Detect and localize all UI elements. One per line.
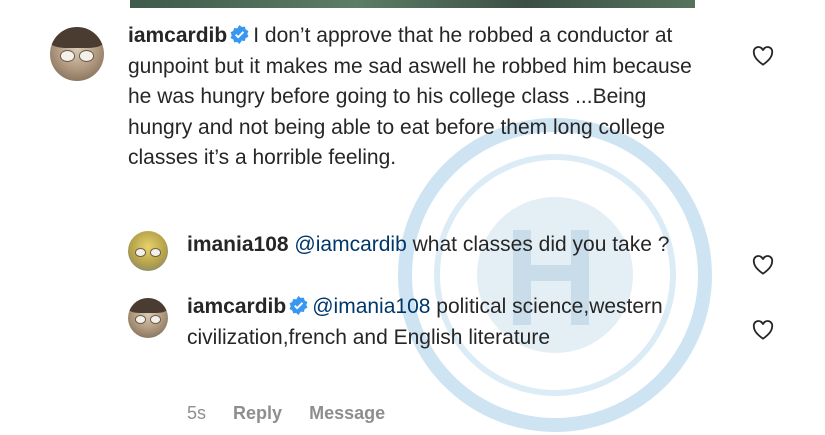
- comment-text: iamcardib I don’t approve that he robbed …: [128, 21, 708, 174]
- verified-badge-icon: [230, 25, 249, 44]
- reply-text: iamcardib @imania108 political science,we…: [187, 292, 707, 353]
- heart-outline-icon[interactable]: [752, 255, 774, 275]
- reply-username[interactable]: iamcardib: [187, 295, 286, 318]
- avatar[interactable]: [50, 27, 104, 81]
- reply-body: what classes did you take ?: [412, 233, 670, 256]
- avatar[interactable]: [128, 298, 168, 338]
- reply-meta: 5s Reply Message: [187, 403, 407, 424]
- verified-badge-icon: [289, 296, 308, 315]
- message-button[interactable]: Message: [309, 403, 385, 423]
- mention-link[interactable]: @iamcardib: [294, 233, 406, 256]
- reply-text: imania108 @iamcardib what classes did yo…: [187, 230, 707, 261]
- avatar[interactable]: [128, 231, 168, 271]
- reply-username[interactable]: imania108: [187, 233, 289, 256]
- reply-button[interactable]: Reply: [233, 403, 282, 423]
- mention-link[interactable]: @imania108: [312, 295, 430, 318]
- heart-outline-icon[interactable]: [752, 320, 774, 340]
- heart-outline-icon[interactable]: [752, 46, 774, 66]
- post-image-strip: [130, 0, 695, 8]
- comment-username[interactable]: iamcardib: [128, 24, 227, 47]
- timestamp: 5s: [187, 403, 207, 423]
